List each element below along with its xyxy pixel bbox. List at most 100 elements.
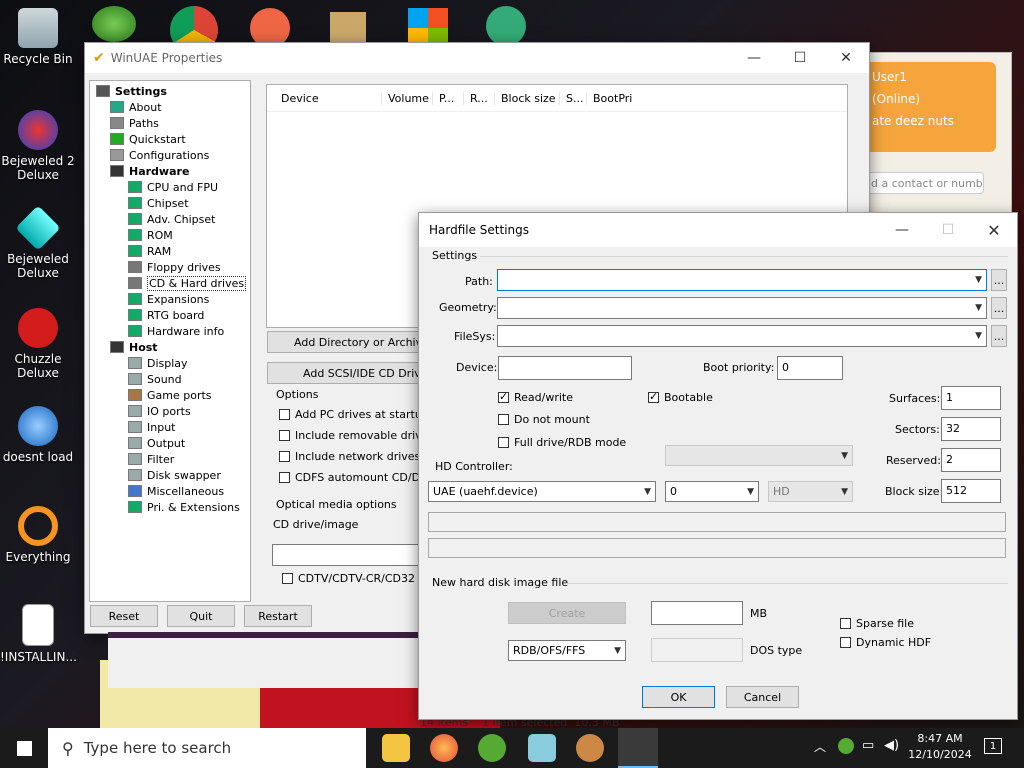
col-volume[interactable]: Volume — [382, 91, 433, 105]
format-combo[interactable]: RDB/OFS/FFS ▼ — [508, 640, 626, 661]
winuae-taskbar-icon[interactable] — [618, 728, 658, 768]
tray-chevron-icon[interactable]: ︿ — [814, 738, 826, 755]
tree-item-ram[interactable]: RAM — [96, 243, 250, 259]
desktop-icon-recycle-bin[interactable]: Recycle Bin — [0, 8, 76, 66]
option-checkbox[interactable]: Include removable drives — [279, 429, 434, 442]
tray-app-icon[interactable] — [838, 738, 854, 754]
tree-item-display[interactable]: Display — [96, 355, 250, 371]
dynamic-hdf-checkbox[interactable]: Dynamic HDF — [840, 636, 931, 649]
tree-item-disk-swapper[interactable]: Disk swapper — [96, 467, 250, 483]
sectors-input[interactable]: 32 — [941, 417, 1001, 441]
tree-item-expansions[interactable]: Expansions — [96, 291, 250, 307]
cdtv-checkbox[interactable]: CDTV/CDTV-CR/CD32 tu — [282, 572, 430, 585]
hd-unit-combo[interactable]: 0 ▼ — [665, 481, 759, 502]
minimize-button[interactable]: — — [731, 43, 777, 73]
tree-item-floppy-drives[interactable]: Floppy drives — [96, 259, 250, 275]
option-checkbox[interactable]: Add PC drives at startup — [279, 408, 429, 421]
filesys-combo[interactable]: ▼ — [497, 325, 987, 347]
tree-item-pri-extensions[interactable]: Pri. & Extensions — [96, 499, 250, 515]
bootable-checkbox[interactable]: Bootable — [648, 390, 713, 404]
maximize-button[interactable]: ☐ — [777, 43, 823, 73]
tree-item-configurations[interactable]: Configurations — [96, 147, 250, 163]
tree-item-adv-chipset[interactable]: Adv. Chipset — [96, 211, 250, 227]
notification-icon[interactable]: 1 — [984, 738, 1002, 754]
full-drive-checkbox[interactable]: Full drive/RDB mode — [498, 436, 626, 449]
add-directory-button[interactable]: Add Directory or Archive — [267, 331, 427, 353]
tree-item-miscellaneous[interactable]: Miscellaneous — [96, 483, 250, 499]
do-not-mount-checkbox[interactable]: Do not mount — [498, 413, 590, 426]
messenger-taskbar-icon[interactable] — [478, 734, 506, 762]
hd-controller-combo[interactable]: UAE (uaehf.device) ▼ — [428, 481, 656, 502]
col-p[interactable]: P... — [433, 91, 464, 105]
read-write-checkbox[interactable]: Read/write — [498, 390, 573, 404]
desktop-icon-installing[interactable]: !INSTALLIN... — [0, 604, 77, 664]
create-button[interactable]: Create — [508, 602, 626, 624]
minimize-button[interactable]: — — [879, 213, 925, 247]
controller-subtype-combo[interactable]: ▼ — [665, 445, 853, 466]
tree-item-chipset[interactable]: Chipset — [96, 195, 250, 211]
close-button[interactable]: ✕ — [971, 213, 1017, 247]
desktop-icon-doesnt-load[interactable]: doesnt load — [0, 406, 76, 464]
game-taskbar-icon[interactable] — [576, 734, 604, 762]
surfaces-input[interactable]: 1 — [941, 386, 1001, 410]
dos-type-input[interactable] — [651, 638, 743, 662]
tree-item-host[interactable]: Host — [96, 339, 250, 355]
option-checkbox[interactable]: CDFS automount CD/DV — [279, 471, 427, 484]
tree-item-hardware-info[interactable]: Hardware info — [96, 323, 250, 339]
tree-item-io-ports[interactable]: IO ports — [96, 403, 250, 419]
tree-item-rtg-board[interactable]: RTG board — [96, 307, 250, 323]
sparse-file-checkbox[interactable]: Sparse file — [840, 617, 914, 630]
col-block-size[interactable]: Block size — [495, 91, 560, 105]
tree-item-filter[interactable]: Filter — [96, 451, 250, 467]
tree-item-input[interactable]: Input — [96, 419, 250, 435]
tree-item-cd-hard-drives[interactable]: CD & Hard drives — [96, 275, 250, 291]
block-size-input[interactable]: 512 — [941, 479, 1001, 503]
firefox-icon[interactable] — [430, 734, 458, 762]
desktop-icon-bejeweled[interactable]: Bejeweled Deluxe — [0, 205, 76, 280]
path-browse-button[interactable]: ... — [991, 269, 1007, 291]
tree-item-output[interactable]: Output — [96, 435, 250, 451]
quit-button[interactable]: Quit — [167, 605, 235, 627]
boot-priority-input[interactable]: 0 — [777, 356, 843, 380]
character-icon[interactable] — [486, 6, 526, 46]
col-s[interactable]: S... — [560, 91, 587, 105]
tree-item-rom[interactable]: ROM — [96, 227, 250, 243]
geometry-browse-button[interactable]: ... — [991, 297, 1007, 319]
messenger-icon[interactable] — [92, 6, 136, 42]
tree-item-hardware[interactable]: Hardware — [96, 163, 250, 179]
desktop-icon-everything[interactable]: Everything — [0, 506, 76, 564]
filesys-browse-button[interactable]: ... — [991, 325, 1007, 347]
network-icon[interactable]: ▭ — [862, 738, 874, 753]
col-r[interactable]: R... — [464, 91, 495, 105]
close-button[interactable]: ✕ — [823, 43, 869, 73]
chat-search-input[interactable]: d a contact or numbe — [866, 172, 984, 194]
volume-icon[interactable]: ◀) — [884, 738, 899, 753]
tree-item-game-ports[interactable]: Game ports — [96, 387, 250, 403]
clock[interactable]: 8:47 AM 12/10/2024 — [906, 731, 974, 763]
reset-button[interactable]: Reset — [90, 605, 158, 627]
start-button[interactable] — [0, 728, 48, 768]
taskbar-search[interactable]: ⚲ Type here to search — [48, 728, 366, 768]
tree-item-paths[interactable]: Paths — [96, 115, 250, 131]
tree-item-quickstart[interactable]: Quickstart — [96, 131, 250, 147]
notebook-icon[interactable] — [528, 734, 556, 762]
cancel-button[interactable]: Cancel — [726, 686, 799, 708]
reserved-input[interactable]: 2 — [941, 448, 1001, 472]
desktop-icon-bejeweled2[interactable]: Bejeweled 2 Deluxe — [0, 110, 76, 182]
tree-item-cpu-and-fpu[interactable]: CPU and FPU — [96, 179, 250, 195]
add-scsi-cd-button[interactable]: Add SCSI/IDE CD Drive — [267, 362, 427, 384]
tree-item-sound[interactable]: Sound — [96, 371, 250, 387]
hd-type-combo[interactable]: HD ▼ — [768, 481, 853, 502]
ok-button[interactable]: OK — [642, 686, 715, 708]
restart-button[interactable]: Restart — [244, 605, 312, 627]
size-mb-input[interactable] — [651, 601, 743, 625]
file-explorer-icon[interactable] — [382, 734, 410, 762]
path-combo[interactable]: ▼ — [497, 269, 987, 291]
option-checkbox[interactable]: Include network drives.. — [279, 450, 427, 463]
tree-item-settings[interactable]: Settings — [96, 83, 250, 99]
desktop-icon-chuzzle[interactable]: Chuzzle Deluxe — [0, 308, 76, 380]
col-bootpri[interactable]: BootPri — [587, 92, 643, 105]
cd-drive-input[interactable] — [272, 544, 422, 566]
geometry-combo[interactable]: ▼ — [497, 297, 987, 319]
maximize-button[interactable]: ☐ — [925, 213, 971, 247]
